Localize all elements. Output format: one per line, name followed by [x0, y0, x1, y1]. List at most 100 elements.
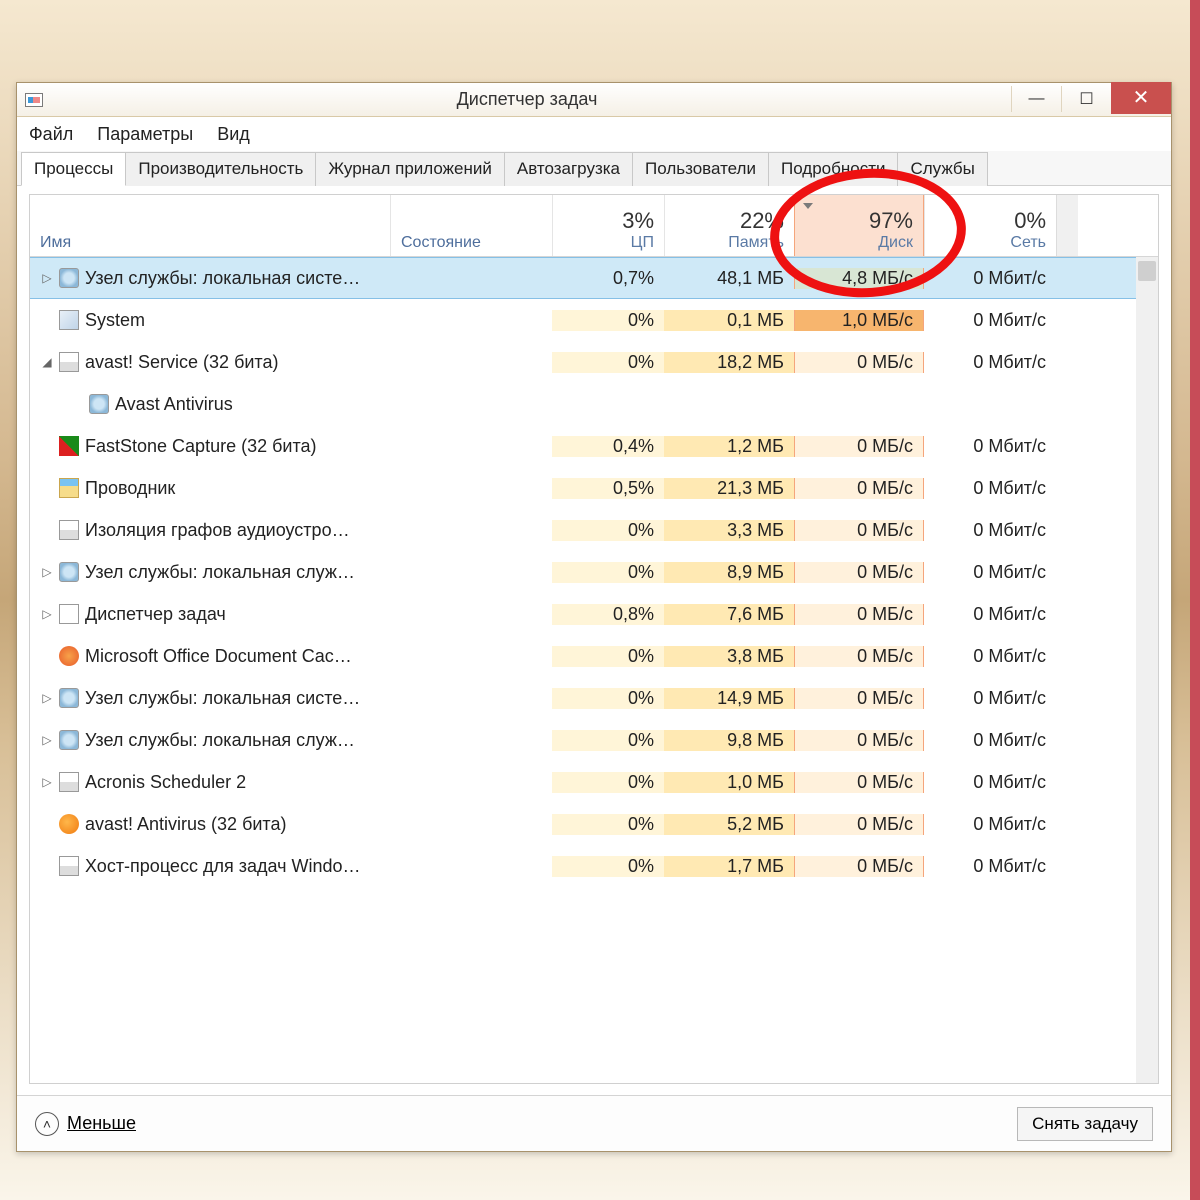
- table-row[interactable]: ◢avast! Service (32 бита)0%18,2 МБ0 МБ/с…: [30, 341, 1158, 383]
- table-row[interactable]: ▷Acronis Scheduler 20%1,0 МБ0 МБ/с0 Мбит…: [30, 761, 1158, 803]
- cell-cpu: 0%: [552, 730, 664, 751]
- cell-cpu: 0%: [552, 856, 664, 877]
- expander-icon[interactable]: ▷: [41, 691, 53, 705]
- cell-disk: 0 МБ/с: [794, 730, 924, 751]
- cell-memory: 9,8 МБ: [664, 730, 794, 751]
- cell-disk: 0 МБ/с: [794, 772, 924, 793]
- scrollbar-header: [1056, 195, 1078, 256]
- tab-processes[interactable]: Процессы: [21, 152, 126, 186]
- window-title: Диспетчер задач: [43, 89, 1011, 110]
- menu-file[interactable]: Файл: [29, 124, 73, 145]
- fewer-details-button[interactable]: ˄ Меньше: [35, 1112, 136, 1136]
- expander-icon[interactable]: ▷: [41, 565, 53, 579]
- cell-network: 0 Мбит/с: [924, 604, 1056, 625]
- process-name: avast! Antivirus (32 бита): [85, 814, 286, 835]
- table-row[interactable]: Microsoft Office Document Cac…0%3,8 МБ0 …: [30, 635, 1158, 677]
- minimize-button[interactable]: —: [1011, 86, 1061, 112]
- table-row[interactable]: ▷Диспетчер задач0,8%7,6 МБ0 МБ/с0 Мбит/с: [30, 593, 1158, 635]
- scrollbar-thumb[interactable]: [1138, 261, 1156, 281]
- table-row[interactable]: Avast Antivirus: [30, 383, 1158, 425]
- cell-memory: 48,1 МБ: [664, 268, 794, 289]
- process-name: FastStone Capture (32 бита): [85, 436, 317, 457]
- cell-name: ▷Узел службы: локальная служ…: [30, 562, 390, 583]
- cell-cpu: 0%: [552, 814, 664, 835]
- cell-memory: 14,9 МБ: [664, 688, 794, 709]
- expander-icon[interactable]: ▷: [41, 271, 53, 285]
- table-row[interactable]: Проводник0,5%21,3 МБ0 МБ/с0 Мбит/с: [30, 467, 1158, 509]
- table-row[interactable]: avast! Antivirus (32 бита) 0%5,2 МБ0 МБ/с…: [30, 803, 1158, 845]
- process-name: Узел службы: локальная служ…: [85, 730, 355, 751]
- process-icon: [59, 730, 79, 750]
- cell-cpu: 0,8%: [552, 604, 664, 625]
- cell-network: 0 Мбит/с: [924, 520, 1056, 541]
- col-name[interactable]: Имя: [30, 195, 390, 256]
- cell-disk: 0 МБ/с: [794, 562, 924, 583]
- cell-network: 0 Мбит/с: [924, 730, 1056, 751]
- col-network[interactable]: 0%Сеть: [924, 195, 1056, 256]
- cell-disk: 0 МБ/с: [794, 814, 924, 835]
- process-icon: [59, 520, 79, 540]
- cell-name: ▷Диспетчер задач: [30, 604, 390, 625]
- cell-name: ◢avast! Service (32 бита): [30, 352, 390, 373]
- task-manager-window: Диспетчер задач — ☐ ✕ Файл Параметры Вид…: [16, 82, 1172, 1152]
- table-row[interactable]: System0%0,1 МБ1,0 МБ/с0 Мбит/с: [30, 299, 1158, 341]
- tab-app-history[interactable]: Журнал приложений: [315, 152, 505, 186]
- vertical-scrollbar[interactable]: [1136, 257, 1158, 1083]
- table-row[interactable]: FastStone Capture (32 бита)0,4%1,2 МБ0 М…: [30, 425, 1158, 467]
- menu-view[interactable]: Вид: [217, 124, 250, 145]
- cell-cpu: 0,4%: [552, 436, 664, 457]
- table-row[interactable]: ▷Узел службы: локальная служ…0%9,8 МБ0 М…: [30, 719, 1158, 761]
- tab-users[interactable]: Пользователи: [632, 152, 769, 186]
- footer: ˄ Меньше Снять задачу: [17, 1095, 1171, 1151]
- process-icon: [59, 856, 79, 876]
- cell-memory: 0,1 МБ: [664, 310, 794, 331]
- tab-startup[interactable]: Автозагрузка: [504, 152, 633, 186]
- menu-options[interactable]: Параметры: [97, 124, 193, 145]
- cell-network: 0 Мбит/с: [924, 562, 1056, 583]
- cell-memory: 1,2 МБ: [664, 436, 794, 457]
- cell-disk: 0 МБ/с: [794, 604, 924, 625]
- process-icon: [59, 688, 79, 708]
- tab-performance[interactable]: Производительность: [125, 152, 316, 186]
- process-icon: [59, 352, 79, 372]
- process-name: Avast Antivirus: [115, 394, 233, 415]
- tab-details[interactable]: Подробности: [768, 152, 899, 186]
- cell-name: ▷Узел службы: локальная систе…: [30, 688, 390, 709]
- expander-icon[interactable]: ▷: [41, 775, 53, 789]
- tab-services[interactable]: Службы: [897, 152, 987, 186]
- col-status[interactable]: Состояние: [390, 195, 552, 256]
- table-row[interactable]: Изоляция графов аудиоустро…0%3,3 МБ0 МБ/…: [30, 509, 1158, 551]
- table-row[interactable]: ▷Узел службы: локальная служ…0%8,9 МБ0 М…: [30, 551, 1158, 593]
- table-row[interactable]: ▷Узел службы: локальная систе…0%14,9 МБ0…: [30, 677, 1158, 719]
- close-button[interactable]: ✕: [1111, 82, 1171, 114]
- column-headers: Имя Состояние 3%ЦП 22%Память 97%Диск 0%С…: [30, 195, 1158, 257]
- end-task-button[interactable]: Снять задачу: [1017, 1107, 1153, 1141]
- expander-icon[interactable]: ◢: [41, 355, 53, 369]
- col-cpu[interactable]: 3%ЦП: [552, 195, 664, 256]
- cell-network: 0 Мбит/с: [924, 478, 1056, 499]
- cell-network: 0 Мбит/с: [924, 688, 1056, 709]
- cell-memory: 18,2 МБ: [664, 352, 794, 373]
- cell-disk: 0 МБ/с: [794, 646, 924, 667]
- process-icon: [59, 310, 79, 330]
- expander-icon[interactable]: ▷: [41, 607, 53, 621]
- col-disk[interactable]: 97%Диск: [794, 195, 924, 256]
- expander-icon[interactable]: ▷: [41, 733, 53, 747]
- cell-disk: 1,0 МБ/с: [794, 310, 924, 331]
- maximize-button[interactable]: ☐: [1061, 86, 1111, 112]
- menubar: Файл Параметры Вид: [17, 117, 1171, 151]
- cell-network: 0 Мбит/с: [924, 772, 1056, 793]
- cell-name: ▷Acronis Scheduler 2: [30, 772, 390, 793]
- process-icon: [59, 436, 79, 456]
- cell-cpu: 0%: [552, 310, 664, 331]
- process-name: Изоляция графов аудиоустро…: [85, 520, 350, 541]
- cell-disk: 0 МБ/с: [794, 352, 924, 373]
- table-row[interactable]: ▷Узел службы: локальная систе…0,7%48,1 М…: [30, 257, 1158, 299]
- table-row[interactable]: Хост-процесс для задач Windo…0%1,7 МБ0 М…: [30, 845, 1158, 887]
- app-icon: [25, 93, 43, 107]
- cell-memory: 5,2 МБ: [664, 814, 794, 835]
- titlebar[interactable]: Диспетчер задач — ☐ ✕: [17, 83, 1171, 117]
- cell-name: System: [30, 310, 390, 331]
- col-memory[interactable]: 22%Память: [664, 195, 794, 256]
- cell-name: Хост-процесс для задач Windo…: [30, 856, 390, 877]
